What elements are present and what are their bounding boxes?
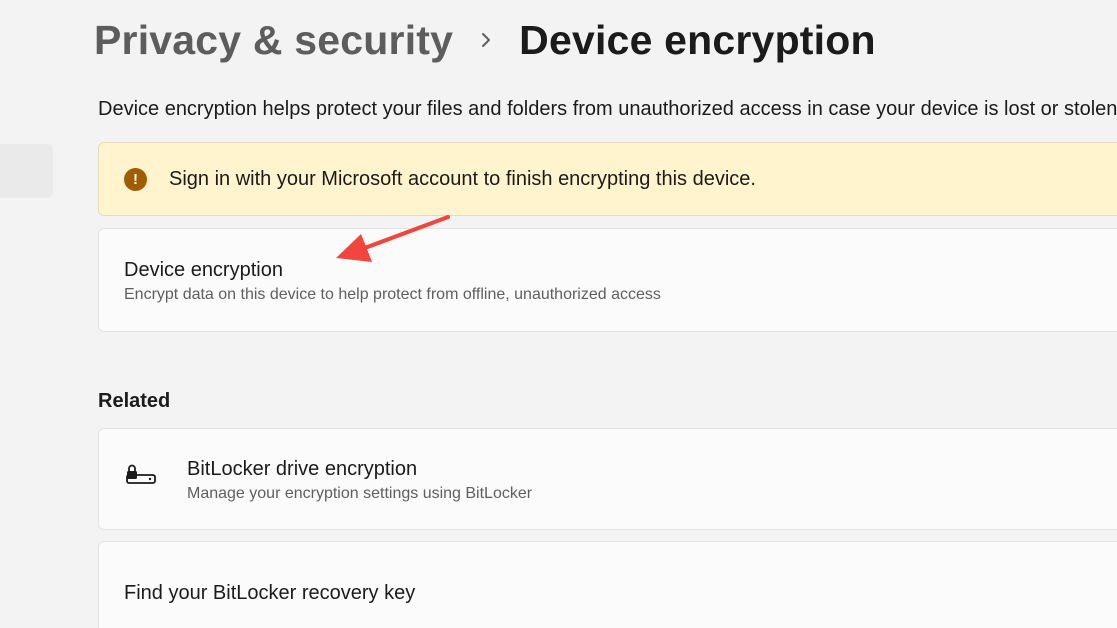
page-title: Device encryption [519,16,876,63]
bitlocker-title: BitLocker drive encryption [187,458,418,480]
settings-page: Privacy & security Device encryption Dev… [0,0,1117,628]
bitlocker-drive-icon [125,463,157,487]
sidebar-selected-item[interactable] [0,144,53,198]
chevron-right-icon [453,16,519,64]
related-heading: Related [98,390,171,412]
breadcrumb: Privacy & security Device encryption [94,16,876,64]
recovery-key-title: Find your BitLocker recovery key [124,582,416,604]
device-encryption-title: Device encryption [124,259,283,281]
recovery-key-card[interactable]: Find your BitLocker recovery key [98,541,1117,628]
bitlocker-card[interactable]: BitLocker drive encryption Manage your e… [98,428,1117,530]
page-description: Device encryption helps protect your fil… [98,98,1117,120]
device-encryption-card[interactable]: Device encryption Encrypt data on this d… [98,228,1117,332]
warning-text: Sign in with your Microsoft account to f… [169,167,756,190]
device-encryption-subtitle: Encrypt data on this device to help prot… [124,286,661,303]
warning-circle-icon: ! [124,167,147,191]
warning-banner: ! Sign in with your Microsoft account to… [98,142,1117,216]
breadcrumb-parent-link[interactable]: Privacy & security [94,17,453,64]
bitlocker-subtitle: Manage your encryption settings using Bi… [187,485,533,502]
